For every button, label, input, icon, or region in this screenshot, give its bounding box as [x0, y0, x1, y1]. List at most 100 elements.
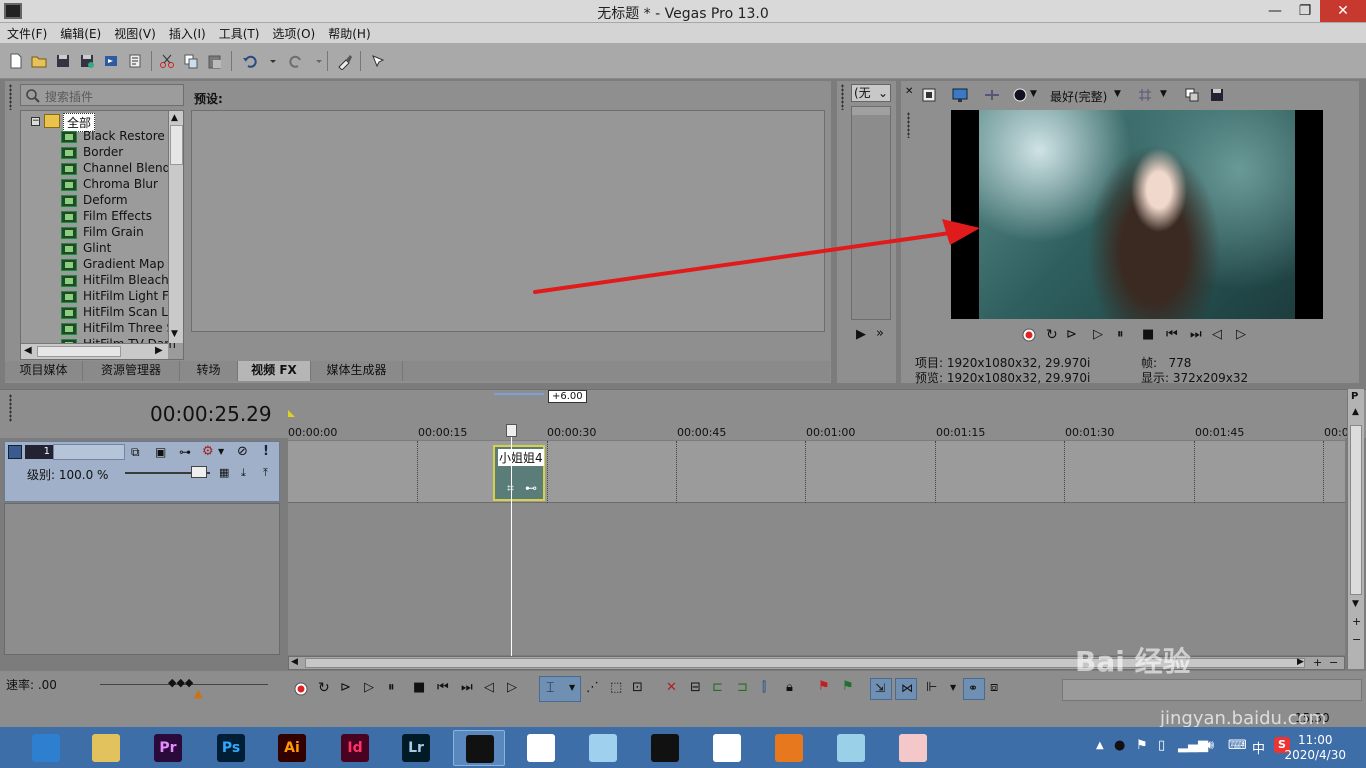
play-from-start-icon[interactable]: ⊳ — [1066, 327, 1077, 342]
loop-region-bar[interactable] — [494, 393, 544, 395]
play-icon[interactable]: ▷ — [364, 680, 374, 695]
close-panel-icon[interactable]: ✕ — [905, 86, 913, 97]
split-icon[interactable]: ⫿ — [762, 680, 766, 695]
empty-track-area[interactable] — [288, 503, 1345, 655]
scroll-up-icon[interactable]: ▲ — [171, 113, 178, 123]
lock-envelopes-button[interactable]: ⚭ — [963, 678, 985, 700]
ignore-grouping-icon[interactable]: ⧈ — [990, 680, 998, 695]
taskbar-lightroom-app[interactable]: Lr — [390, 730, 442, 766]
quality-dropdown-icon[interactable]: ▼ — [1114, 89, 1121, 99]
loop-icon[interactable]: ↻ — [318, 680, 330, 696]
preview-properties-icon[interactable] — [920, 86, 938, 104]
tree-scroll-thumb[interactable] — [170, 125, 183, 165]
zoom-in-icon[interactable]: + — [1313, 656, 1322, 669]
undo-icon[interactable] — [241, 52, 259, 70]
lock-icon[interactable]: 🔒︎ — [786, 680, 793, 695]
region-icon[interactable]: ⚑ — [842, 679, 854, 694]
previous-frame-icon[interactable]: ◁ — [1212, 327, 1222, 342]
stop-icon[interactable]: ■ — [413, 680, 425, 695]
close-button[interactable]: ✕ — [1320, 0, 1366, 22]
tree-vertical-scrollbar[interactable]: ▲ ▼ — [168, 111, 183, 343]
help-pointer-icon[interactable] — [369, 52, 387, 70]
compositing-icon[interactable]: ⊶ — [179, 445, 191, 459]
next-frame-icon[interactable]: ▷ — [507, 680, 517, 695]
taskbar-photoshop-app[interactable]: Ps — [205, 730, 257, 766]
tray-expand-icon[interactable]: ▲ — [1096, 740, 1104, 751]
scroll-right-icon[interactable]: ▶ — [1297, 657, 1304, 667]
stop-icon[interactable]: ■ — [1142, 327, 1154, 342]
go-to-end-icon[interactable]: ⏭ — [1190, 327, 1202, 342]
pin-icon[interactable]: P — [1351, 391, 1358, 402]
video-track-lane[interactable] — [288, 441, 1345, 503]
rate-slider-thumb[interactable]: ◆◆◆ — [168, 676, 193, 689]
cut-icon[interactable] — [158, 52, 176, 70]
open-folder-icon[interactable] — [30, 52, 48, 70]
chevron-down-icon[interactable]: ▼ — [218, 447, 224, 456]
maximize-button[interactable]: ❐ — [1290, 0, 1320, 22]
trim-end-icon[interactable]: ⊐ — [737, 680, 748, 695]
redo-dropdown-icon[interactable] — [310, 52, 322, 70]
auto-crossfade-button[interactable]: ⋈ — [895, 678, 917, 700]
menu-file[interactable]: 文件(F) — [0, 23, 53, 42]
copy-icon[interactable] — [182, 52, 200, 70]
track-minimize-icon[interactable] — [8, 445, 22, 459]
tab-transitions[interactable]: 转场 — [180, 361, 238, 381]
menu-insert[interactable]: 插入(I) — [162, 23, 212, 42]
trim-start-icon[interactable]: ⊏ — [712, 680, 723, 695]
panel-grip[interactable] — [9, 84, 12, 110]
tree-hscroll-thumb[interactable] — [37, 346, 121, 357]
snapping-icon[interactable]: ⊩ — [926, 680, 937, 695]
system-clock[interactable]: 11:00 2020/4/30 — [1284, 733, 1346, 763]
tab-media-generators[interactable]: 媒体生成器 — [311, 361, 403, 381]
render-icon[interactable] — [102, 52, 120, 70]
trim-icon[interactable]: ⊟ — [690, 680, 701, 695]
properties-icon[interactable] — [126, 52, 144, 70]
zoom-out-icon[interactable]: − — [1329, 656, 1338, 669]
paint-icon[interactable] — [336, 52, 354, 71]
record-icon[interactable] — [292, 680, 310, 698]
scroll-right-icon[interactable]: ▶ — [155, 345, 163, 356]
taskbar-browser-app[interactable] — [20, 730, 72, 766]
vertical-scroll-thumb[interactable] — [1350, 425, 1362, 595]
zoom-out-track-icon[interactable]: − — [1352, 633, 1361, 646]
chevron-down-icon[interactable]: ▼ — [950, 683, 956, 692]
play-from-start-icon[interactable]: ⊳ — [340, 680, 351, 695]
empty-track-header-area[interactable] — [4, 503, 280, 655]
delete-icon[interactable]: ✕ — [666, 680, 677, 695]
plugin-search[interactable]: 搜索插件 — [20, 84, 184, 106]
plugin-tree[interactable]: − 全部 Black Restore Border Channel Blend … — [20, 110, 184, 360]
tree-horizontal-scrollbar[interactable]: ◀ ▶ — [21, 343, 168, 359]
tray-volume-icon[interactable]: 🔊︎ — [1206, 738, 1214, 753]
taskbar-illustrator-app[interactable]: Ai — [266, 730, 318, 766]
track-pan-icon[interactable]: ▦ — [219, 466, 229, 479]
save-snapshot-icon[interactable] — [1208, 86, 1226, 104]
save-as-icon[interactable] — [78, 52, 96, 70]
timeline-ruler[interactable]: 00:00:00 00:00:15 00:00:30 00:00:45 00:0… — [288, 418, 1349, 440]
taskbar-indesign-app[interactable]: Id — [329, 730, 381, 766]
tab-project-media[interactable]: 项目媒体 — [5, 361, 83, 381]
taskbar-tablet-app[interactable] — [825, 730, 877, 766]
mute-icon[interactable]: ⊘ — [237, 444, 248, 459]
paste-icon[interactable] — [206, 52, 224, 70]
scroll-down-icon[interactable]: ▼ — [1352, 599, 1359, 609]
play-icon[interactable]: ▶ — [856, 327, 866, 342]
gear-icon[interactable]: ⚙ — [202, 444, 214, 459]
grid-dropdown-icon[interactable]: ▼ — [1160, 89, 1167, 99]
taskbar-orange-app[interactable] — [763, 730, 815, 766]
track-up-icon[interactable]: ⤒ — [263, 466, 268, 480]
panel-grip[interactable] — [841, 84, 844, 110]
tray-keyboard-icon[interactable]: ⌨ — [1228, 738, 1247, 753]
preview-quality[interactable]: 最好(完整) — [1050, 88, 1107, 105]
track-down-icon[interactable]: ⤓ — [241, 466, 246, 480]
new-file-icon[interactable] — [7, 52, 25, 70]
collapse-icon[interactable]: − — [31, 117, 40, 126]
save-icon[interactable] — [54, 52, 72, 70]
taskbar-explorer-app[interactable] — [80, 730, 132, 766]
menu-edit[interactable]: 编辑(E) — [53, 23, 107, 42]
panel-grip[interactable] — [9, 394, 12, 422]
panel-grip[interactable] — [907, 112, 910, 138]
go-to-start-icon[interactable]: ⏮ — [437, 680, 449, 695]
taskbar-mascot-app[interactable] — [887, 730, 939, 766]
selection-tool-icon[interactable]: ⬚ — [610, 680, 622, 695]
pause-icon[interactable]: ⏸ — [1117, 327, 1124, 342]
